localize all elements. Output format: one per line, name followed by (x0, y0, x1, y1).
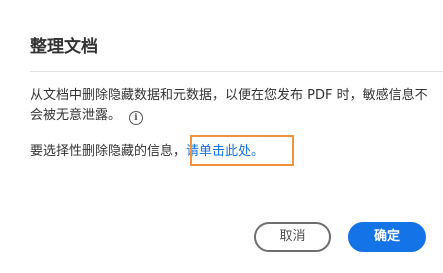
info-icon[interactable]: i (129, 111, 144, 125)
description-text: 从文档中删除隐藏数据和元数据，以便在您发布 PDF 时，敏感信息不会被无意泄露。 (30, 88, 428, 123)
cancel-button[interactable]: 取消 (254, 222, 331, 252)
ok-button[interactable]: 确定 (348, 222, 426, 252)
dialog-description: 从文档中删除隐藏数据和元数据，以便在您发布 PDF 时，敏感信息不会被无意泄露。… (30, 86, 430, 126)
link-highlight-box (190, 135, 294, 166)
remove-hidden-prefix: 要选择性删除隐藏的信息， (30, 144, 187, 159)
title-divider (30, 71, 443, 72)
dialog-title: 整理文档 (30, 37, 98, 57)
sanitize-document-dialog: 整理文档 从文档中删除隐藏数据和元数据，以便在您发布 PDF 时，敏感信息不会被… (0, 0, 443, 273)
